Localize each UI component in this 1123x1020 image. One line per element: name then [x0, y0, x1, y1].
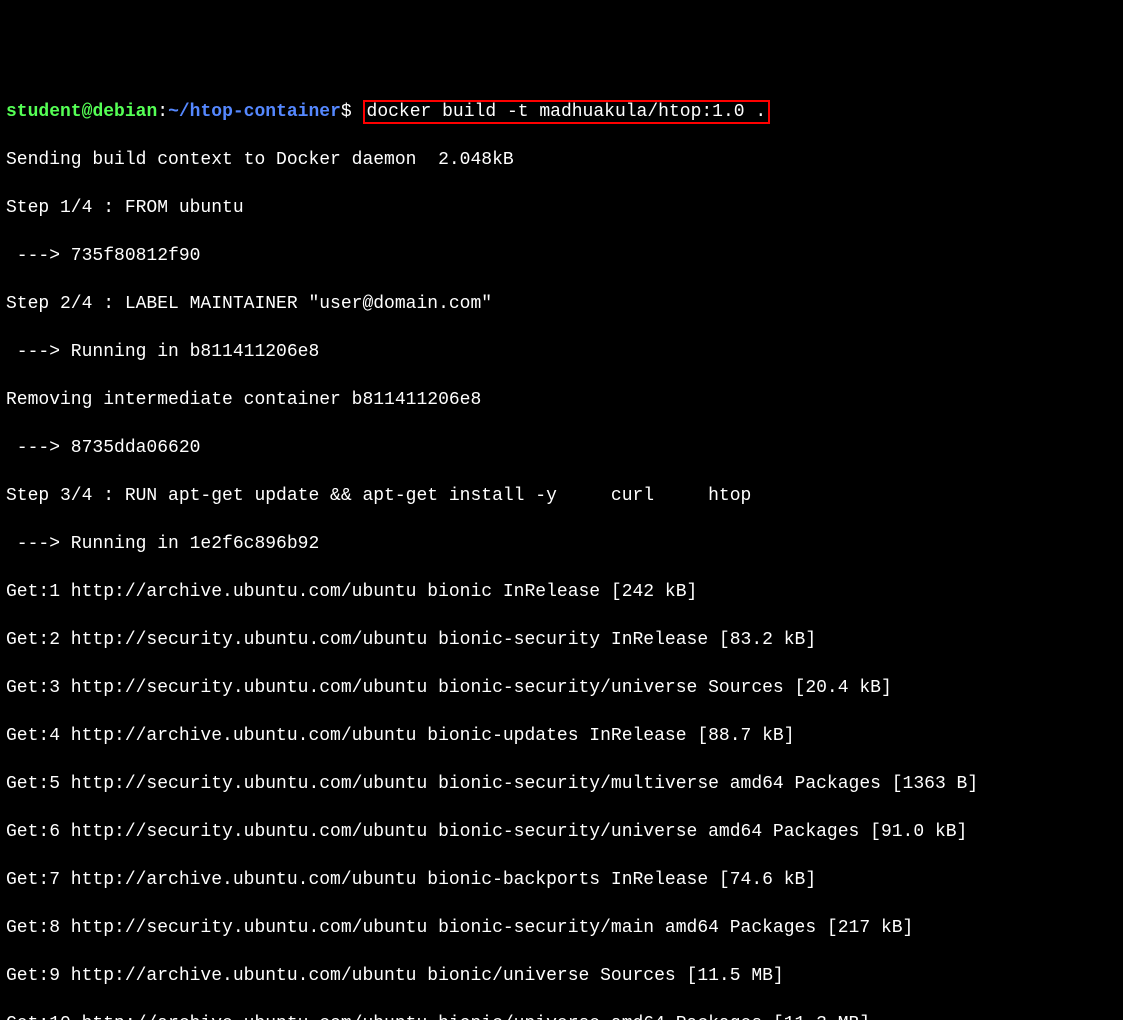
output-line: Get:8 http://security.ubuntu.com/ubuntu … [6, 916, 1117, 940]
prompt-user: student [6, 102, 82, 122]
output-line: Get:1 http://archive.ubuntu.com/ubuntu b… [6, 580, 1117, 604]
output-line: Get:9 http://archive.ubuntu.com/ubuntu b… [6, 964, 1117, 988]
output-line: Get:4 http://archive.ubuntu.com/ubuntu b… [6, 724, 1117, 748]
command-highlight-box: docker build -t madhuakula/htop:1.0 . [363, 100, 771, 124]
prompt-colon: : [157, 102, 168, 122]
output-line: ---> 735f80812f90 [6, 244, 1117, 268]
output-line: ---> 8735dda06620 [6, 436, 1117, 460]
prompt-host: debian [92, 102, 157, 122]
prompt-at: @ [82, 102, 93, 122]
output-line: Step 3/4 : RUN apt-get update && apt-get… [6, 484, 1117, 508]
output-line: Step 2/4 : LABEL MAINTAINER "user@domain… [6, 292, 1117, 316]
prompt-dollar: $ [341, 102, 352, 122]
output-line: Get:7 http://archive.ubuntu.com/ubuntu b… [6, 868, 1117, 892]
output-line: ---> Running in b811411206e8 [6, 340, 1117, 364]
output-line: Removing intermediate container b8114112… [6, 388, 1117, 412]
output-line: Get:5 http://security.ubuntu.com/ubuntu … [6, 772, 1117, 796]
output-line: Get:2 http://security.ubuntu.com/ubuntu … [6, 628, 1117, 652]
output-line: Get:3 http://security.ubuntu.com/ubuntu … [6, 676, 1117, 700]
output-line: ---> Running in 1e2f6c896b92 [6, 532, 1117, 556]
output-line: Get:10 http://archive.ubuntu.com/ubuntu … [6, 1012, 1117, 1020]
output-line: Step 1/4 : FROM ubuntu [6, 196, 1117, 220]
prompt-path: ~/htop-container [168, 102, 341, 122]
terminal-prompt-line: student@debian:~/htop-container$ docker … [6, 100, 1117, 124]
output-line: Sending build context to Docker daemon 2… [6, 148, 1117, 172]
output-line: Get:6 http://security.ubuntu.com/ubuntu … [6, 820, 1117, 844]
command-text[interactable]: docker build -t madhuakula/htop:1.0 . [367, 102, 767, 122]
